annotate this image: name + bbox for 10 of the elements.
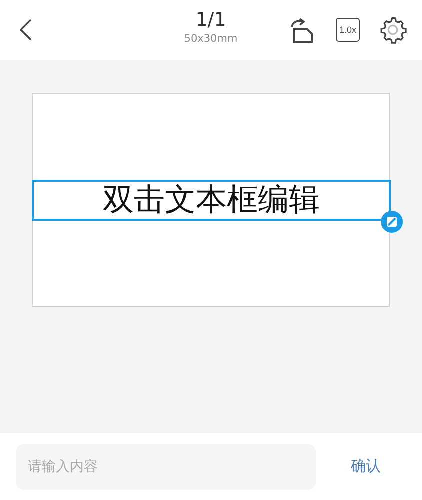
settings-icon [378, 15, 408, 45]
label-size: 50x30mm [184, 32, 238, 46]
confirm-button[interactable]: 确认 [347, 453, 385, 480]
back-icon [20, 19, 32, 41]
label-text: 双击文本框编辑 [103, 181, 320, 220]
text-input-field[interactable]: 请输入内容 [16, 444, 316, 490]
page-counter: 1/1 [196, 8, 226, 32]
text-box[interactable]: 双击文本框编辑 [32, 180, 391, 220]
resize-handle[interactable] [381, 210, 403, 232]
zoom-button[interactable]: 1.0x [336, 18, 360, 42]
